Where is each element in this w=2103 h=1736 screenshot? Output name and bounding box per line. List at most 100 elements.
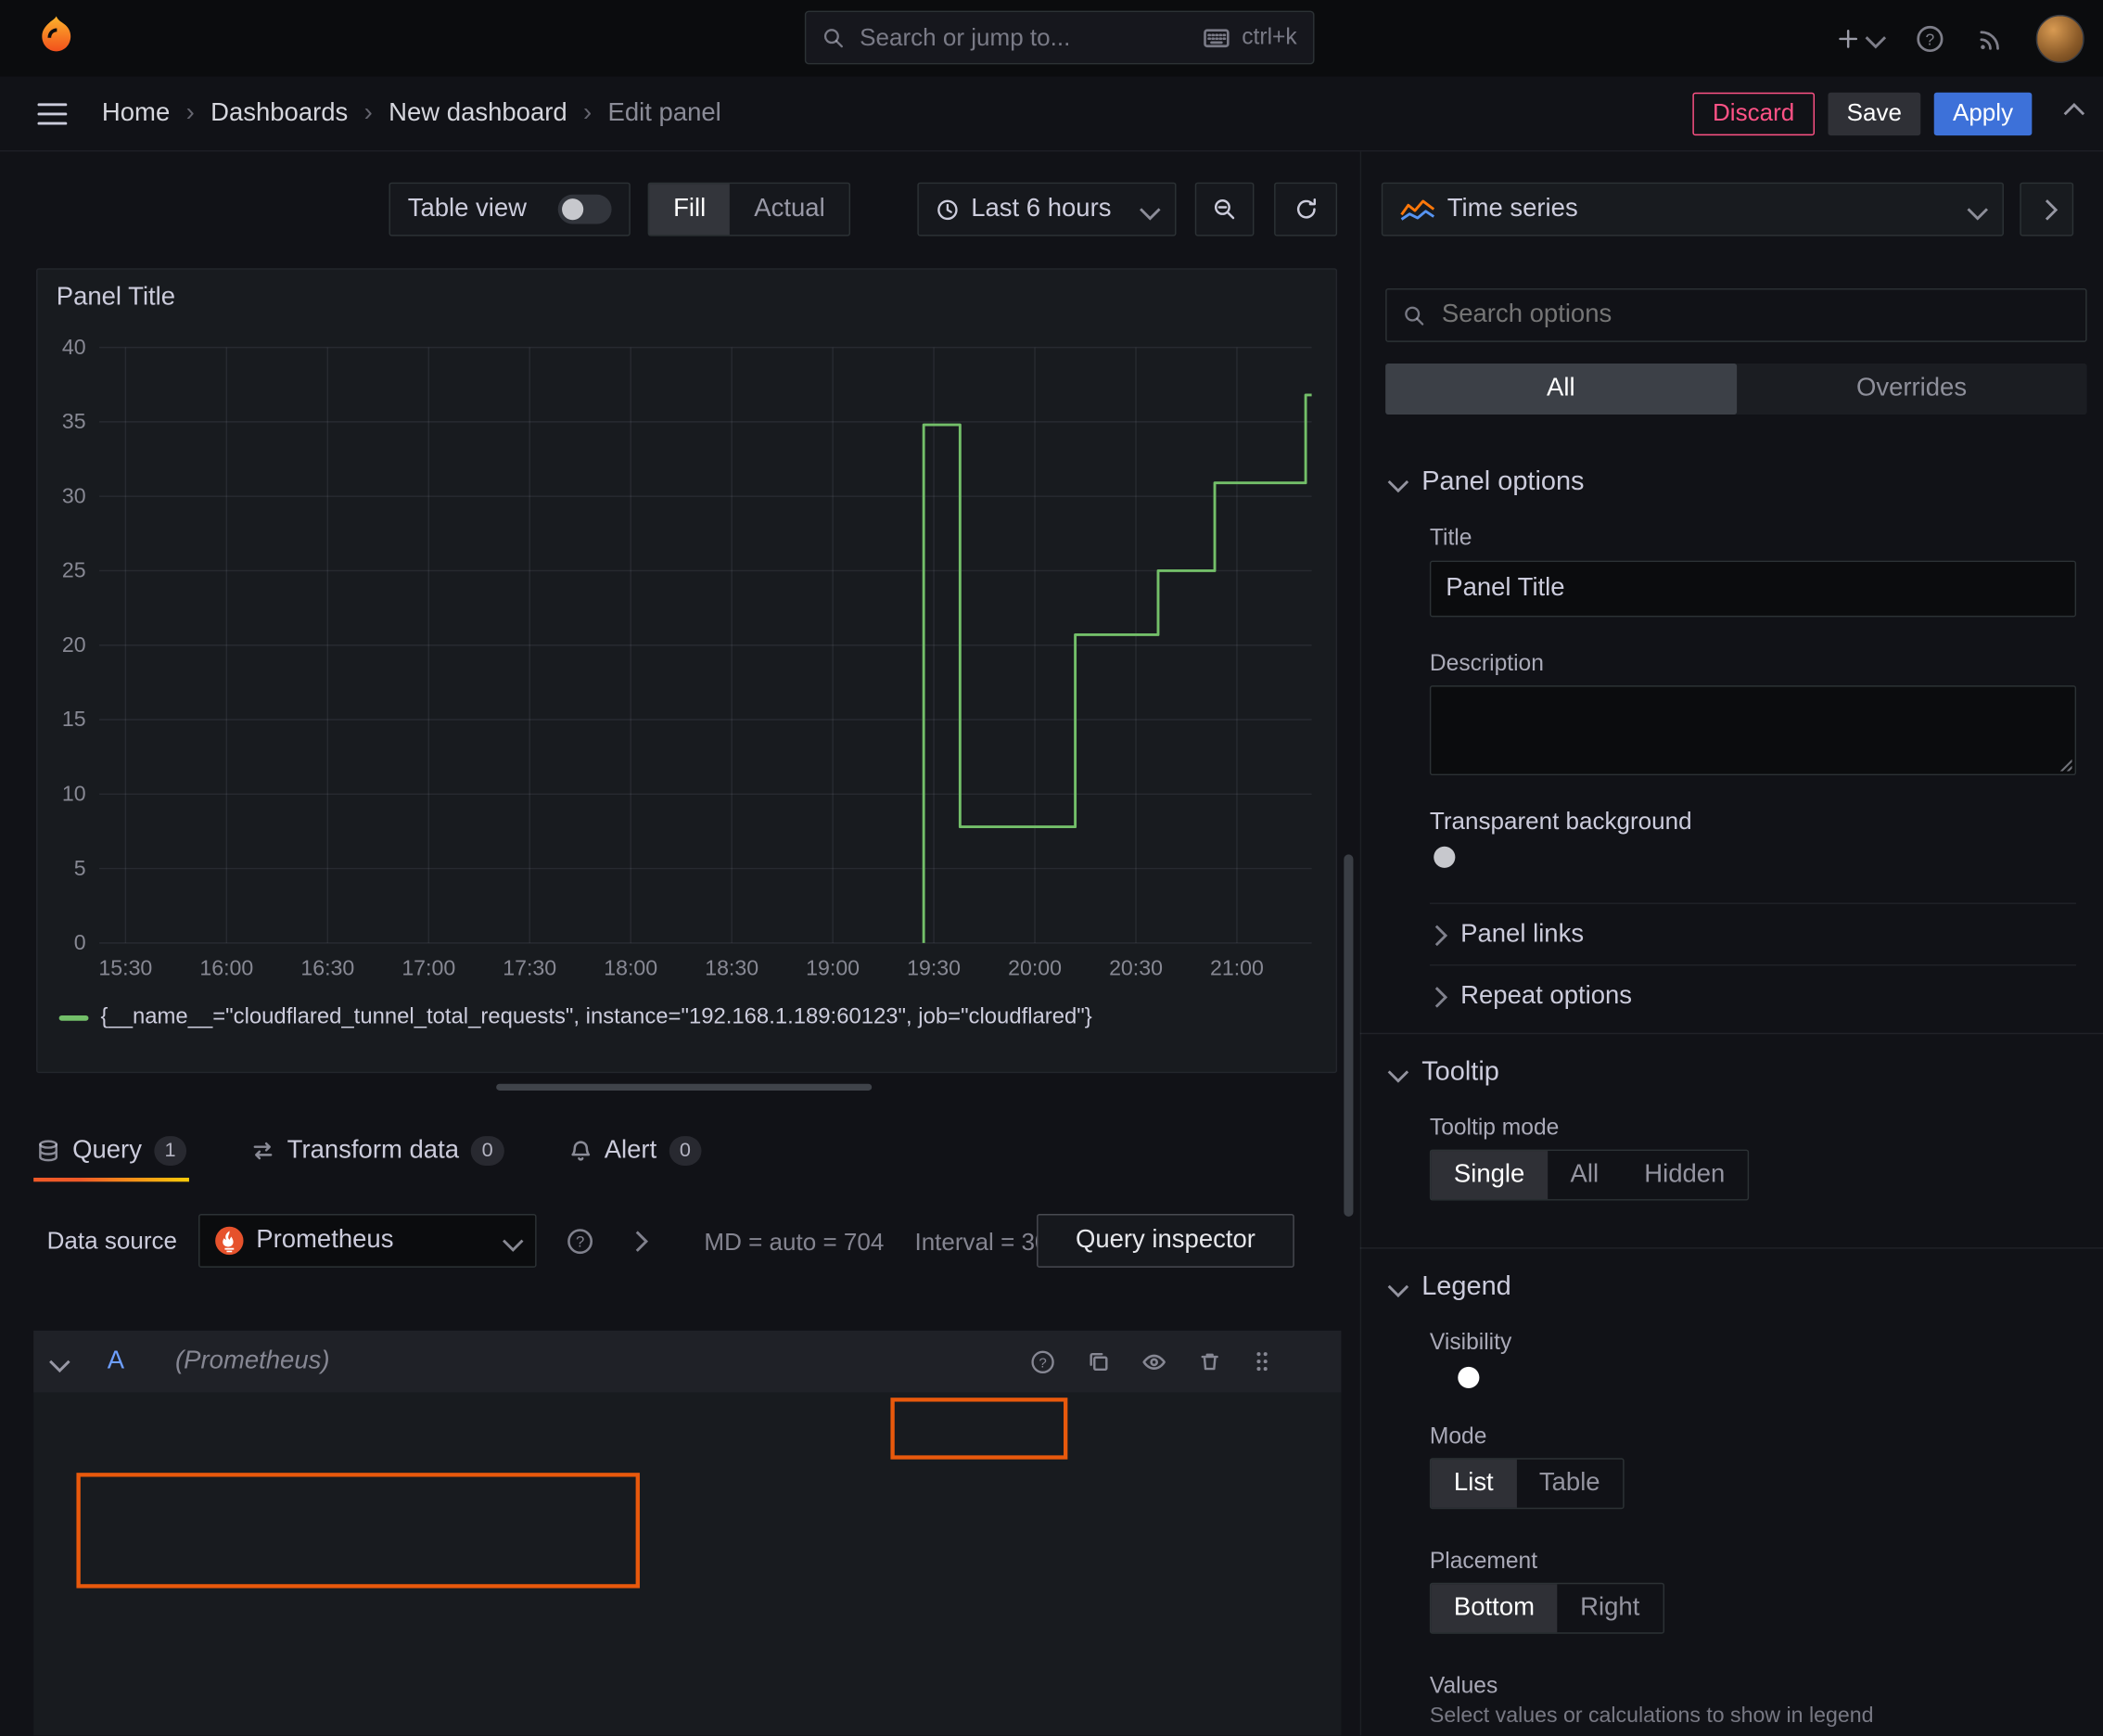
options-tab-overrides[interactable]: Overrides	[1736, 364, 2086, 415]
tab-query[interactable]: Query 1	[33, 1118, 190, 1182]
grafana-logo-icon	[42, 15, 71, 51]
timeseries-viz-icon	[1400, 199, 1435, 221]
user-avatar[interactable]	[2035, 14, 2084, 63]
query-inspector-button[interactable]: Query inspector	[1037, 1214, 1294, 1268]
zoom-out-icon	[1214, 199, 1235, 220]
collapse-options-chevron-up-icon[interactable]	[2063, 102, 2085, 124]
legend-placement-bottom[interactable]: Bottom	[1431, 1584, 1558, 1633]
panel-options-section-header[interactable]: Panel options	[1387, 466, 1585, 497]
news-button[interactable]	[1977, 25, 2004, 52]
datasource-picker[interactable]: Prometheus	[198, 1214, 537, 1268]
help-circle-icon: ?	[1031, 1349, 1054, 1373]
breadcrumb-separator: ›	[363, 98, 373, 127]
legend-placement-right[interactable]: Right	[1558, 1584, 1663, 1632]
svg-text:35: 35	[62, 409, 86, 433]
legend-mode-table[interactable]: Table	[1516, 1460, 1623, 1508]
visibility-label: Visibility	[1429, 1329, 1512, 1355]
chevron-down-icon	[1387, 1062, 1409, 1083]
query-options-chevron-right-icon[interactable]	[627, 1231, 649, 1252]
panel-title-input[interactable]	[1429, 560, 2077, 618]
chevron-down-icon	[1865, 27, 1887, 49]
search-icon	[823, 28, 843, 47]
svg-text:10: 10	[62, 782, 86, 806]
options-tabs: All Overrides	[1385, 363, 2087, 415]
save-button[interactable]: Save	[1828, 92, 1921, 135]
legend-section-header[interactable]: Legend	[1387, 1271, 1511, 1302]
toggle-viz-picker-button[interactable]	[2020, 182, 2074, 236]
legend-values-label: Values	[1429, 1672, 1498, 1699]
tab-alert-label: Alert	[604, 1135, 657, 1164]
legend-series-name: {__name__="cloudflared_tunnel_total_requ…	[100, 1004, 1092, 1029]
table-view-toggle[interactable]	[557, 194, 612, 224]
panel-description-textarea[interactable]	[1429, 685, 2077, 776]
query-ref-id[interactable]: A	[108, 1347, 124, 1376]
chevron-right-icon	[2035, 198, 2058, 220]
tooltip-mode-all[interactable]: All	[1548, 1151, 1622, 1199]
collapse-query-chevron-down-icon[interactable]	[49, 1350, 70, 1372]
editor-splitter-handle[interactable]	[496, 1083, 873, 1091]
query-row-header[interactable]: A (Prometheus) ?	[33, 1330, 1342, 1393]
search-options-input[interactable]	[1439, 299, 2070, 332]
editor-tabs: Query 1 Transform data 0 Alert 0	[33, 1118, 705, 1182]
svg-text:40: 40	[62, 335, 86, 359]
global-search-input[interactable]	[857, 21, 1192, 54]
legend-mode-list[interactable]: List	[1431, 1459, 1517, 1508]
discard-button[interactable]: Discard	[1692, 92, 1815, 135]
drag-query-handle[interactable]	[1253, 1349, 1271, 1373]
tooltip-section-header[interactable]: Tooltip	[1387, 1057, 1499, 1088]
timeseries-chart[interactable]: 0 5 10 15 20 25 30 35 40 15:30 16:00 16:30 17:00 17:3…	[45, 328, 1322, 989]
actual-option[interactable]: Actual	[730, 184, 848, 235]
svg-text:0: 0	[74, 930, 86, 954]
help-circle-icon: ?	[567, 1228, 593, 1254]
search-shortcut-label: ctrl+k	[1242, 24, 1297, 50]
section-divider	[1359, 1247, 2103, 1249]
zoom-out-button[interactable]	[1194, 182, 1255, 236]
legend-item[interactable]: {__name__="cloudflared_tunnel_total_requ…	[58, 1004, 1092, 1029]
breadcrumb-home[interactable]: Home	[102, 98, 170, 128]
toggle-query-visibility-button[interactable]	[1141, 1348, 1166, 1373]
global-search[interactable]: ctrl+k	[804, 10, 1315, 65]
scrollbar-thumb[interactable]	[1344, 854, 1354, 1217]
svg-text:21:00: 21:00	[1210, 956, 1264, 980]
datasource-label: Data source	[46, 1227, 178, 1255]
menu-toggle-button[interactable]	[37, 102, 68, 124]
panel-links-section[interactable]: Panel links	[1426, 902, 2077, 965]
add-new-button[interactable]	[1836, 26, 1887, 50]
breadcrumb-separator: ›	[185, 98, 195, 127]
svg-text:?: ?	[1926, 30, 1935, 48]
apply-button[interactable]: Apply	[1933, 92, 2033, 135]
tooltip-mode-single[interactable]: Single	[1431, 1151, 1548, 1200]
repeat-options-section[interactable]: Repeat options	[1426, 964, 2077, 1028]
datasource-help-button[interactable]: ?	[553, 1214, 606, 1268]
help-button[interactable]: ?	[1916, 23, 1945, 53]
fill-option[interactable]: Fill	[649, 184, 731, 236]
svg-text:20:30: 20:30	[1109, 956, 1163, 980]
refresh-button[interactable]	[1274, 182, 1338, 236]
transparent-background-label: Transparent background	[1429, 807, 1692, 835]
section-divider	[1359, 1032, 2103, 1035]
delete-query-button[interactable]	[1198, 1349, 1222, 1373]
options-tab-all[interactable]: All	[1385, 363, 1737, 415]
chevron-down-icon	[1140, 198, 1161, 220]
tab-query-label: Query	[72, 1135, 142, 1164]
time-range-picker[interactable]: Last 6 hours	[917, 182, 1177, 236]
tab-transform-label: Transform data	[287, 1135, 459, 1164]
title-field-label: Title	[1429, 524, 1472, 551]
svg-text:18:30: 18:30	[705, 956, 758, 980]
tooltip-mode-hidden[interactable]: Hidden	[1622, 1151, 1748, 1199]
chevron-right-icon	[1426, 986, 1448, 1007]
tab-transform-data[interactable]: Transform data 0	[249, 1118, 506, 1181]
grafana-logo[interactable]	[35, 10, 78, 67]
panel-preview: Panel Title 0 5 10 15 20 25 30 35 40 15:30 16:00 16…	[36, 268, 1338, 1074]
description-field-wrap	[1429, 685, 2077, 776]
grafana-edit-panel: ctrl+k ?	[0, 0, 2103, 1736]
chevron-right-icon	[1426, 924, 1448, 946]
description-field-label: Description	[1429, 650, 1544, 677]
breadcrumb-dashboards[interactable]: Dashboards	[210, 98, 348, 128]
search-options-box[interactable]	[1385, 287, 2087, 342]
query-help-button[interactable]: ?	[1030, 1348, 1055, 1373]
breadcrumb-new-dashboard[interactable]: New dashboard	[389, 98, 567, 128]
visualization-picker[interactable]: Time series	[1381, 182, 2004, 236]
tab-alert[interactable]: Alert 0	[566, 1118, 705, 1181]
duplicate-query-button[interactable]	[1087, 1349, 1111, 1373]
